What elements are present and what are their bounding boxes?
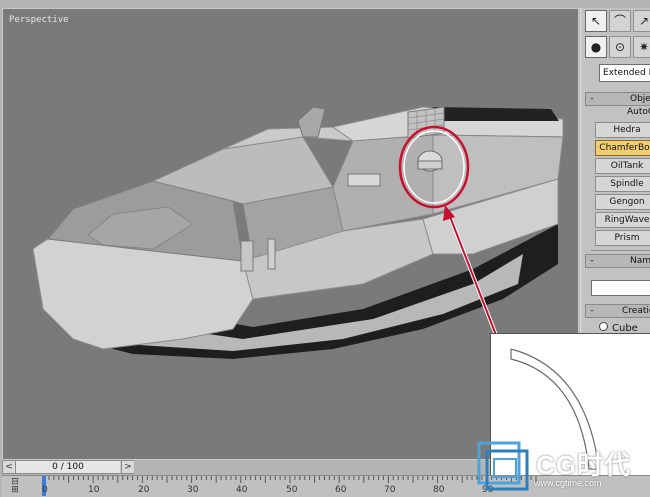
creation-method-title: Creation Method (622, 306, 650, 316)
prism-button[interactable]: Prism (595, 230, 650, 246)
tick-label-70: 70 (384, 485, 396, 495)
time-prev-arrow[interactable]: < (3, 461, 16, 473)
gengon-button[interactable]: Gengon (595, 194, 650, 210)
sphere-icon: ● (590, 40, 602, 54)
watermark-brand: CG时代 (536, 450, 632, 480)
hedra-button[interactable]: Hedra (595, 122, 650, 138)
object-type-title: Object Type (630, 94, 650, 104)
name-color-title: Name and Color (630, 256, 650, 266)
category-dropdown[interactable]: Extended Primitives (599, 64, 650, 82)
tick-label-80: 80 (433, 485, 445, 495)
cgtime-logo-icon (477, 441, 529, 491)
ringwave-button[interactable]: RingWave (595, 212, 650, 228)
tick-label-0: 0 (42, 485, 48, 495)
time-slider-thumb[interactable]: 0 / 100 (16, 461, 120, 473)
object-type-rollout-header[interactable]: - Object Type (585, 92, 650, 106)
geometry-tab[interactable]: ● (585, 36, 607, 58)
tick-label-40: 40 (236, 485, 248, 495)
curve-icon: ⌒ (613, 14, 626, 28)
tick-label-20: 20 (138, 485, 150, 495)
tick-label-30: 30 (187, 485, 199, 495)
modify-tab[interactable]: ⌒ (609, 10, 631, 32)
tick-label-10: 10 (88, 485, 100, 495)
viewport-label[interactable]: Perspective (9, 15, 69, 25)
hierarchy-tab[interactable]: ↗ (633, 10, 650, 32)
hierarchy-icon: ↗ (638, 14, 650, 28)
oiltank-button[interactable]: OilTank (595, 158, 650, 174)
create-tab[interactable]: ↖ (585, 10, 607, 32)
object-name-field[interactable] (591, 280, 650, 296)
time-slider[interactable]: < 0 / 100 > (2, 460, 134, 474)
radio-button[interactable] (599, 322, 608, 331)
category-tabs: ● ⊙ ✷ (585, 36, 650, 58)
lights-tab[interactable]: ✷ (633, 36, 650, 58)
command-tabs: ↖ ⌒ ↗ (585, 10, 650, 32)
autogrid-label[interactable]: AutoGrid (627, 107, 650, 117)
select-arrow-icon: ↖ (590, 14, 602, 28)
lights-icon: ✷ (638, 40, 650, 54)
watermark-url: www.cgtime.com (534, 478, 602, 488)
shapes-tab[interactable]: ⊙ (609, 36, 631, 58)
tick-label-50: 50 (286, 485, 298, 495)
chamferbox-button[interactable]: ChamferBox (595, 140, 650, 156)
divider (591, 250, 650, 251)
time-next-arrow[interactable]: > (121, 461, 134, 473)
spindle-button[interactable]: Spindle (595, 176, 650, 192)
shapes-icon: ⊙ (614, 40, 626, 54)
tick-label-60: 60 (335, 485, 347, 495)
creation-method-rollout-header[interactable]: - Creation Method (585, 304, 650, 318)
name-color-rollout-header[interactable]: - Name and Color (585, 254, 650, 268)
